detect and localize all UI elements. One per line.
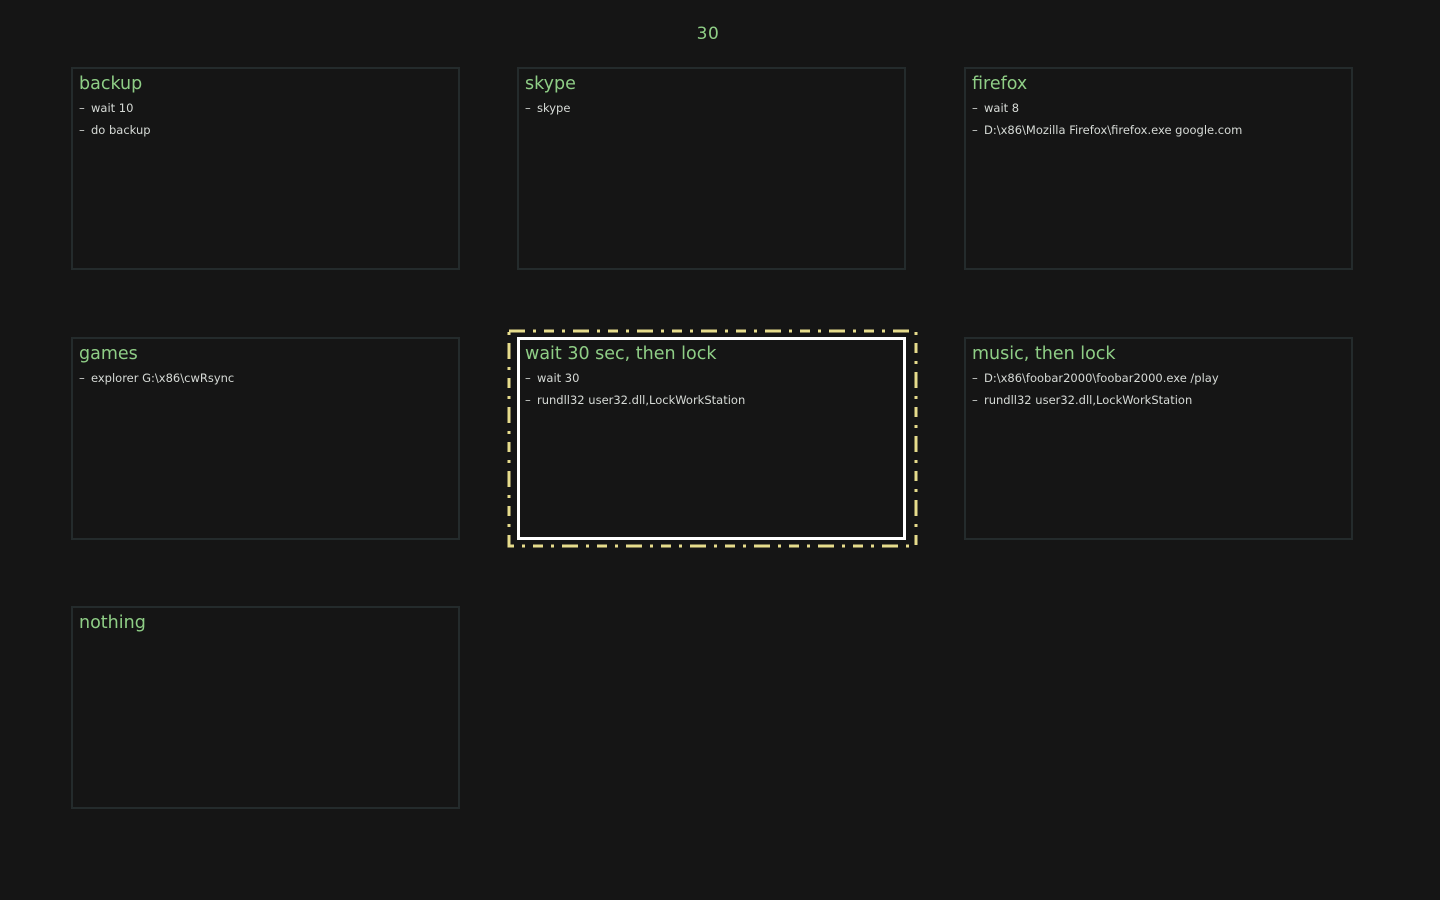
tile-firefox[interactable]: firefox – wait 8 – D:\x86\Mozilla Firefox\… xyxy=(964,67,1353,270)
tile-command-text: wait 8 xyxy=(984,101,1020,115)
bullet-dash-icon: – xyxy=(972,371,978,385)
tile-command-text: D:\x86\Mozilla Firefox\firefox.exe googl… xyxy=(984,123,1243,137)
tile-command: – wait 8 xyxy=(972,97,1345,119)
bullet-dash-icon: – xyxy=(972,101,978,115)
bullet-dash-icon: – xyxy=(525,393,531,407)
tile-command-text: D:\x86\foobar2000\foobar2000.exe /play xyxy=(984,371,1219,385)
tile-command: – skype xyxy=(525,97,898,119)
bullet-dash-icon: – xyxy=(972,393,978,407)
tile-command-text: skype xyxy=(537,101,571,115)
tile-command: – wait 10 xyxy=(79,97,452,119)
bullet-dash-icon: – xyxy=(972,123,978,137)
tile-command: – explorer G:\x86\cwRsync xyxy=(79,367,452,389)
tile-command-text: wait 30 xyxy=(537,371,580,385)
tile-title: music, then lock xyxy=(972,344,1116,364)
tile-title: nothing xyxy=(79,613,146,633)
tile-command: – D:\x86\foobar2000\foobar2000.exe /play xyxy=(972,367,1345,389)
tile-title: firefox xyxy=(972,74,1028,94)
bullet-dash-icon: – xyxy=(525,101,531,115)
tile-command: – D:\x86\Mozilla Firefox\firefox.exe goog… xyxy=(972,119,1345,141)
tile-command: – do backup xyxy=(79,119,452,141)
tile-command-text: rundll32 user32.dll,LockWorkStation xyxy=(984,393,1193,407)
tile-wait-then-lock[interactable]: wait 30 sec, then lock – wait 30 – rundll3… xyxy=(517,337,906,540)
tile-backup[interactable]: backup – wait 10 – do backup xyxy=(71,67,460,270)
bullet-dash-icon: – xyxy=(525,371,531,385)
tile-music-then-lock[interactable]: music, then lock – D:\x86\foobar2000\foob… xyxy=(964,337,1353,540)
tile-command: – rundll32 user32.dll,LockWorkStation xyxy=(972,389,1345,411)
tile-title: wait 30 sec, then lock xyxy=(525,344,717,364)
tile-command: – rundll32 user32.dll,LockWorkStation xyxy=(525,389,898,411)
bullet-dash-icon: – xyxy=(79,123,85,137)
tile-title: backup xyxy=(79,74,143,94)
tile-command-text: explorer G:\x86\cwRsync xyxy=(91,371,235,385)
launcher-page: 30 backup – wait 10 – do backup skype – sky… xyxy=(0,0,1440,900)
tile-title: skype xyxy=(525,74,576,94)
tile-nothing[interactable]: nothing xyxy=(71,606,460,809)
bullet-dash-icon: – xyxy=(79,371,85,385)
tile-command-text: wait 10 xyxy=(91,101,134,115)
bullet-dash-icon: – xyxy=(79,101,85,115)
tile-title: games xyxy=(79,344,138,364)
countdown-counter: 30 xyxy=(696,24,720,44)
tile-command-text: rundll32 user32.dll,LockWorkStation xyxy=(537,393,746,407)
tile-games[interactable]: games – explorer G:\x86\cwRsync xyxy=(71,337,460,540)
tile-command-text: do backup xyxy=(91,123,151,137)
tile-command: – wait 30 xyxy=(525,367,898,389)
tile-skype[interactable]: skype – skype xyxy=(517,67,906,270)
